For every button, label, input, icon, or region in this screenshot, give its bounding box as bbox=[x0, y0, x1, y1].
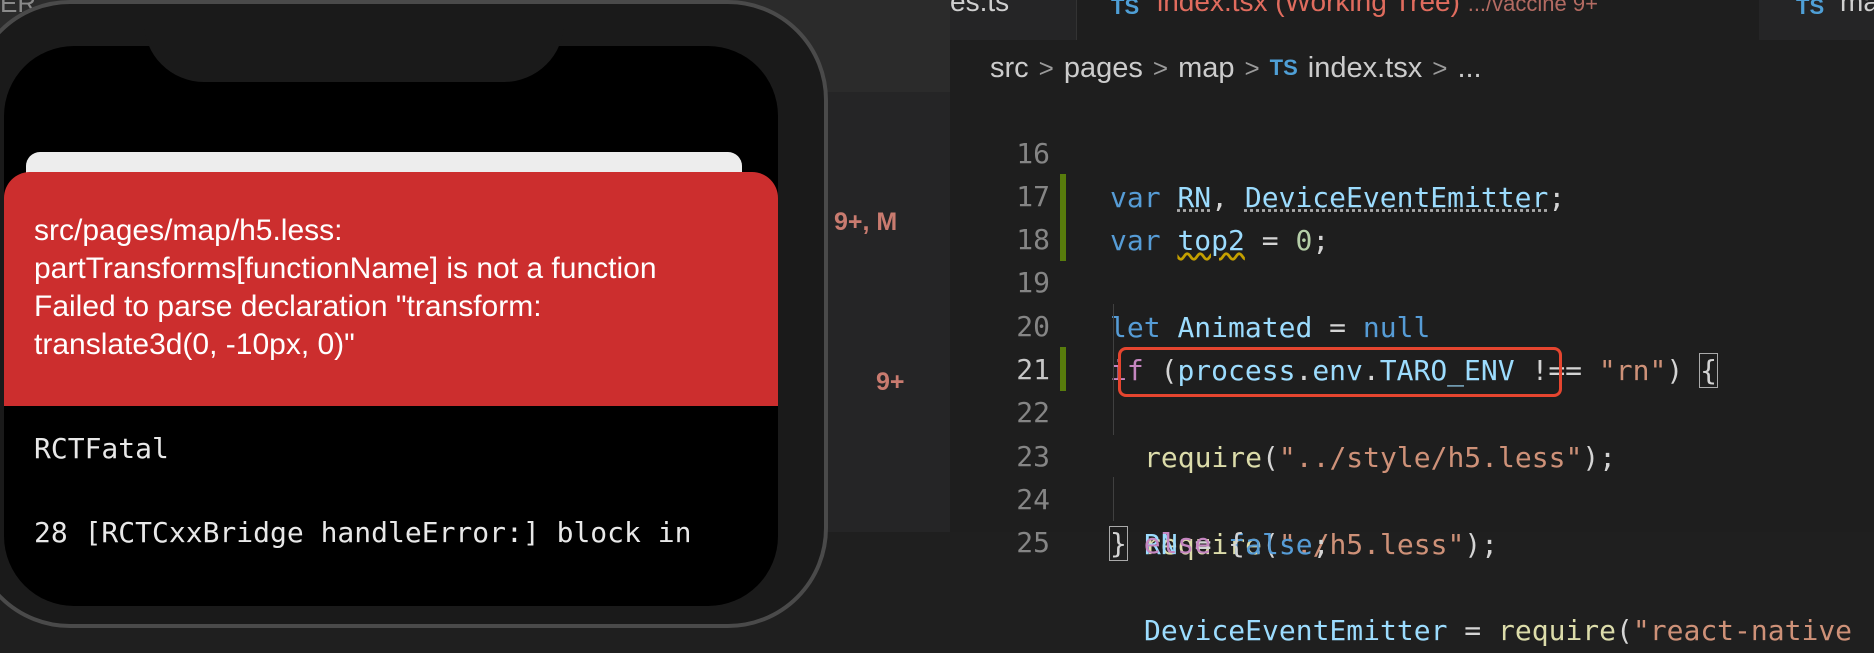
code-line[interactable]: 23 RN = false; bbox=[950, 391, 1874, 561]
chevron-right-icon: > bbox=[1432, 52, 1448, 83]
chevron-right-icon: > bbox=[1244, 52, 1260, 83]
breadcrumb-item-map[interactable]: map bbox=[1178, 52, 1234, 85]
chevron-right-icon: > bbox=[1038, 52, 1054, 83]
token-variable: DeviceEventEmitter bbox=[1144, 614, 1448, 647]
indent-guide bbox=[1113, 391, 1114, 435]
chevron-right-icon: > bbox=[1152, 52, 1169, 83]
token-punct: ); bbox=[1464, 528, 1499, 561]
phone-notch bbox=[144, 4, 564, 82]
code-line[interactable]: 17 var top2 = 0; bbox=[950, 131, 1874, 257]
code-line[interactable]: 24 } else { bbox=[950, 434, 1874, 561]
typescript-file-icon: TS bbox=[1796, 0, 1825, 19]
annotation-highlight bbox=[1118, 347, 1562, 397]
phone-simulator: src/pages/map/h5.less: partTransforms[fu… bbox=[0, 0, 828, 628]
breadcrumb-item-symbol[interactable]: ... bbox=[1457, 52, 1481, 85]
line-number: 25 bbox=[1016, 526, 1050, 559]
code-line[interactable]: 19 bbox=[950, 217, 1874, 299]
tab-title: index.tsx (Working Tree) bbox=[1157, 0, 1460, 17]
code-line[interactable]: 25 DeviceEventEmitter = require("react-n… bbox=[950, 477, 1874, 647]
token-function: require bbox=[1498, 614, 1617, 647]
code-line[interactable]: 16 var RN, DeviceEventEmitter; bbox=[950, 88, 1874, 214]
error-fatal-label: RCTFatal bbox=[34, 432, 169, 465]
problem-count-badge: 9+ bbox=[876, 368, 905, 396]
error-redbox[interactable]: src/pages/map/h5.less: partTransforms[fu… bbox=[4, 172, 778, 406]
code-line[interactable]: 18 let Animated = null bbox=[950, 174, 1874, 344]
git-added-marker bbox=[1060, 174, 1066, 218]
git-status-badge: 9+, M bbox=[834, 208, 898, 236]
breadcrumb-item-pages[interactable]: pages bbox=[1064, 52, 1143, 85]
tab-index-working-tree[interactable]: TS index.tsx (Working Tree) .../vaccine … bbox=[1076, 0, 1759, 40]
tab-partial[interactable]: es.ts bbox=[950, 0, 1009, 18]
git-added-marker bbox=[1060, 347, 1066, 391]
token-punct: ( bbox=[1616, 614, 1633, 647]
code-line[interactable]: 21 require("../style/h5.less"); bbox=[950, 304, 1874, 474]
error-message: src/pages/map/h5.less: partTransforms[fu… bbox=[34, 214, 657, 361]
phone-screen[interactable]: src/pages/map/h5.less: partTransforms[fu… bbox=[4, 46, 778, 606]
indent-guide bbox=[1113, 304, 1114, 348]
token-punct: ; bbox=[1312, 528, 1330, 561]
typescript-file-icon: TS bbox=[1111, 0, 1140, 19]
tab-path: .../vaccine 9+ bbox=[1467, 0, 1598, 16]
git-added-marker bbox=[1060, 217, 1066, 261]
error-stack-line: 28 [RCTCxxBridge handleError:] block in bbox=[34, 516, 692, 549]
typescript-file-icon: TS bbox=[1269, 55, 1298, 80]
indent-guide bbox=[1113, 347, 1114, 391]
token-operator: = bbox=[1447, 614, 1499, 647]
breadcrumb: src > pages > map > TS index.tsx > ... bbox=[990, 48, 1482, 88]
indent-guide bbox=[1113, 477, 1114, 521]
breadcrumb-item-src[interactable]: src bbox=[990, 52, 1029, 85]
tab-title: ma bbox=[1840, 0, 1874, 17]
token-string: "react-native bbox=[1632, 614, 1853, 647]
code-line[interactable]: 20 if (process.env.TARO_ENV !== "rn") { bbox=[950, 261, 1874, 388]
breadcrumb-item-file[interactable]: index.tsx bbox=[1308, 52, 1422, 85]
